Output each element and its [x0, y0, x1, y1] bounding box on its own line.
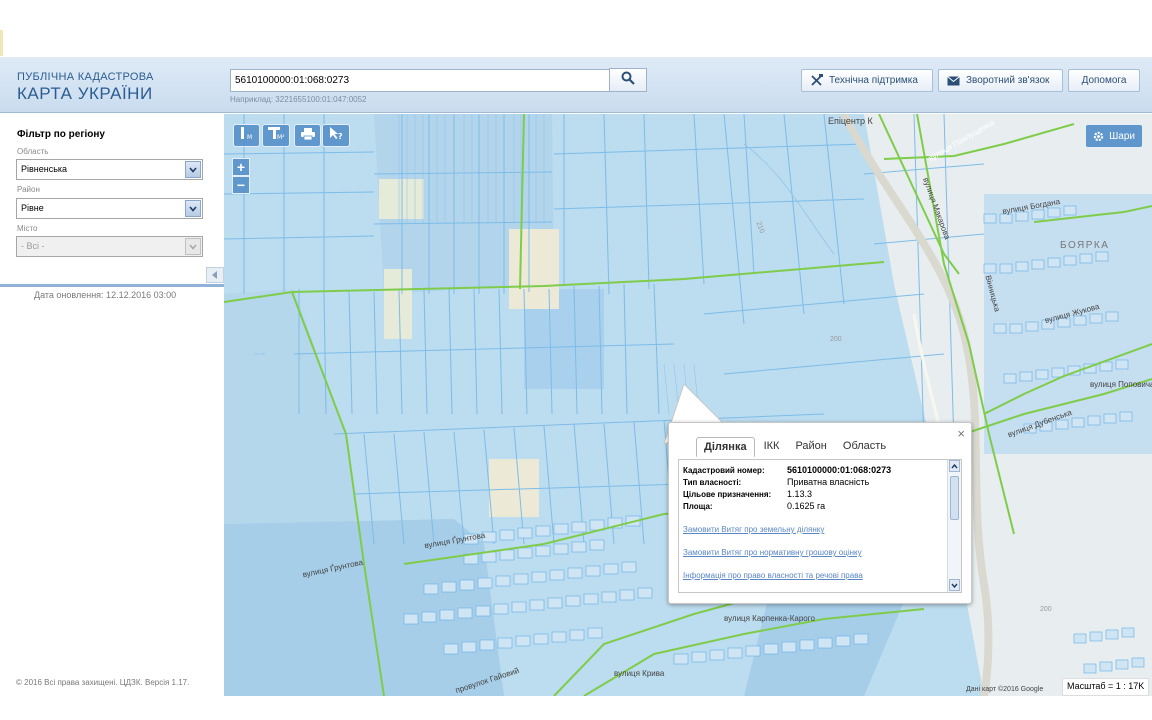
svg-text:?: ? — [338, 132, 343, 140]
measure-area-tool[interactable]: M² — [262, 124, 290, 147]
map-label-street: вулиця Крива — [614, 669, 665, 678]
tab-parcel[interactable]: Ділянка — [696, 437, 755, 457]
oblast-value: Рівненська — [21, 164, 68, 174]
layers-button[interactable]: Шари — [1085, 124, 1143, 148]
map-label-street: вулиця Поповича — [1090, 380, 1152, 389]
scroll-up-icon[interactable] — [949, 460, 960, 472]
cadastral-label: Кадастровий номер: — [683, 466, 765, 475]
chevron-down-icon — [185, 238, 201, 255]
map-scale: Масштаб = 1 : 17K — [1062, 678, 1150, 696]
region-filter-panel: Фільтр по регіону Область Рівненська Рай… — [0, 114, 224, 284]
layers-label: Шари — [1109, 130, 1135, 142]
measure-length-tool[interactable]: M — [233, 124, 260, 147]
raion-value: Рівне — [21, 203, 44, 213]
ownership-info-link[interactable]: Інформація про право власності та речові… — [683, 571, 863, 580]
cadastral-value: 5610100000:01:068:0273 — [787, 465, 892, 475]
map-canvas[interactable]: M M² ? + − Шари Епіцентр К вулиця Павлущ… — [224, 114, 1152, 696]
zoom-out-button[interactable]: − — [232, 176, 250, 194]
parcel-info-popup: × Ділянка ІКК Район Область Кадастровий … — [668, 422, 972, 604]
raion-label: Район — [17, 185, 40, 194]
oblast-select[interactable]: Рівненська — [16, 159, 203, 180]
scroll-down-icon[interactable] — [949, 579, 960, 591]
search-button[interactable] — [609, 68, 647, 92]
help-label: Допомога — [1081, 75, 1127, 86]
sidebar: Фільтр по регіону Область Рівненська Рай… — [0, 114, 224, 696]
order-extract-link[interactable]: Замовити Витяг про земельну ділянку — [683, 525, 824, 534]
search-hint: Наприклад: 3221655100:01:047:0052 — [230, 95, 367, 104]
ownership-value: Приватна власність — [787, 477, 870, 487]
map-label-street: вулиця Карпенка-Карого — [724, 614, 815, 623]
area-row: Площа: 0.1625 га — [683, 501, 825, 511]
ownership-label: Тип власності: — [683, 478, 742, 487]
tab-ikk[interactable]: ІКК — [757, 437, 787, 457]
chevron-down-icon — [185, 200, 201, 217]
close-icon[interactable]: × — [957, 426, 965, 441]
scroll-thumb[interactable] — [950, 476, 959, 520]
bottom-blank-strip — [0, 696, 1152, 720]
tab-raion[interactable]: Район — [788, 437, 833, 457]
envelope-icon — [947, 75, 960, 86]
svg-text:M: M — [247, 134, 252, 140]
header-bar: ПУБЛІЧНА КАДАСТРОВА КАРТА УКРАЇНИ Наприк… — [0, 57, 1152, 113]
logo-line-1: ПУБЛІЧНА КАДАСТРОВА — [17, 71, 154, 83]
tools-icon — [810, 74, 823, 87]
city-label: Місто — [17, 224, 38, 233]
zoom-in-button[interactable]: + — [232, 158, 250, 176]
city-value: - Всі - — [21, 241, 45, 251]
cadastral-row: Кадастровий номер: 5610100000:01:068:0273 — [683, 465, 891, 475]
support-button[interactable]: Технічна підтримка — [801, 69, 933, 92]
purpose-label: Цільове призначення: — [683, 490, 772, 499]
order-valuation-link[interactable]: Замовити Витяг про нормативну грошову оц… — [683, 548, 862, 557]
map-label-elevation: 200 — [1040, 606, 1052, 613]
map-layer — [224, 114, 1152, 696]
support-label: Технічна підтримка — [829, 75, 918, 86]
ruler-icon: M — [239, 126, 255, 145]
map-label-epicentr: Епіцентр К — [828, 116, 873, 126]
popup-tabs: Ділянка ІКК Район Область — [696, 437, 895, 457]
chevron-left-icon — [212, 266, 218, 284]
cadastral-search-input[interactable] — [230, 69, 610, 92]
svg-text:M²: M² — [277, 134, 285, 140]
oblast-label: Область — [17, 147, 49, 156]
print-button[interactable] — [294, 124, 321, 147]
plus-icon: + — [236, 159, 246, 175]
purpose-row: Цільове призначення: 1.13.3 — [683, 489, 812, 499]
copyright: © 2016 Всі права захищені. ЦДЗК. Версія … — [16, 678, 190, 687]
area-ruler-icon: M² — [267, 126, 285, 145]
raion-select[interactable]: Рівне — [16, 198, 203, 219]
area-label: Площа: — [683, 502, 713, 511]
chevron-down-icon — [185, 161, 201, 178]
filter-title: Фільтр по регіону — [17, 129, 105, 140]
map-attribution: Дані карт ©2016 Google — [966, 686, 1044, 693]
cursor-question-icon: ? — [328, 126, 344, 145]
gear-icon — [1093, 131, 1104, 142]
feedback-label: Зворотний зв'язок — [966, 75, 1050, 86]
update-date: Дата оновлення: 12.12.2016 03:00 — [34, 290, 177, 300]
app-root: ПУБЛІЧНА КАДАСТРОВА КАРТА УКРАЇНИ Наприк… — [0, 0, 1152, 720]
tab-oblast[interactable]: Область — [836, 437, 893, 457]
sidebar-divider — [0, 284, 224, 287]
area-value: 0.1625 га — [787, 501, 826, 511]
minus-icon: − — [236, 177, 246, 193]
collapse-sidebar-button[interactable] — [206, 267, 224, 283]
page-edge-marker — [0, 30, 3, 56]
feedback-button[interactable]: Зворотний зв'язок — [938, 69, 1063, 92]
top-blank-strip — [0, 0, 1152, 57]
printer-icon — [300, 127, 315, 145]
help-button[interactable]: Допомога — [1068, 69, 1140, 92]
logo-line-2: КАРТА УКРАЇНИ — [17, 84, 153, 103]
map-label-town: БОЯРКА — [1060, 240, 1110, 251]
city-select[interactable]: - Всі - — [16, 236, 203, 257]
search-icon — [621, 71, 635, 90]
ownership-row: Тип власності: Приватна власність — [683, 477, 869, 487]
purpose-value: 1.13.3 — [787, 489, 813, 499]
map-label-elevation: 200 — [830, 336, 842, 343]
popup-content: Кадастровий номер: 5610100000:01:068:0273… — [678, 459, 962, 593]
popup-scrollbar[interactable] — [947, 460, 961, 592]
identify-tool[interactable]: ? — [322, 124, 350, 147]
